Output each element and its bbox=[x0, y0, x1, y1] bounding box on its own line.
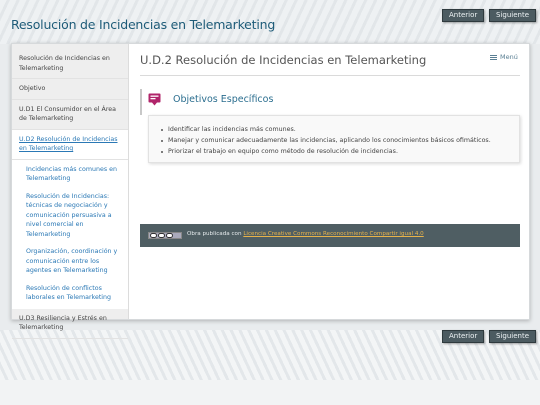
sidebar-item-objetivo[interactable]: Objetivo bbox=[12, 79, 128, 100]
creative-commons-badge-icon[interactable] bbox=[148, 232, 182, 239]
previous-button-bottom[interactable]: Anterior bbox=[442, 330, 485, 343]
page-footer bbox=[0, 380, 540, 405]
page-title: U.D.2 Resolución de Incidencias en Telem… bbox=[140, 53, 427, 67]
sidebar-item-home[interactable]: Resolución de Incidencias en Telemarketi… bbox=[12, 44, 128, 79]
objectives-content: Identificar las incidencias más comunes.… bbox=[148, 115, 520, 163]
objectives-header: Objetivos Específicos bbox=[140, 89, 520, 115]
objectives-list: Identificar las incidencias más comunes.… bbox=[161, 124, 519, 157]
menu-label: Menú bbox=[500, 53, 518, 61]
hamburger-icon bbox=[490, 54, 497, 60]
sidebar-subnav: Incidencias más comunes en Telemarketing… bbox=[12, 159, 128, 309]
license-prefix: Obra publicada con bbox=[187, 231, 242, 237]
sidebar-subitem-incidencias-comunes[interactable]: Incidencias más comunes en Telemarketing bbox=[12, 160, 128, 188]
next-button-bottom[interactable]: Siguiente bbox=[489, 330, 537, 343]
sidebar-item-ud3[interactable]: U.D3 Resiliencia y Estrés en Telemarketi… bbox=[12, 309, 128, 339]
sidebar-subitem-conflictos[interactable]: Resolución de conflictos laborales en Te… bbox=[12, 280, 128, 309]
sidebar-item-ud2[interactable]: U.D2 Resolución de Incidencias en Telema… bbox=[12, 129, 128, 160]
license-text: Obra publicada con Licencia Creative Com… bbox=[187, 231, 424, 237]
previous-button-top[interactable]: Anterior bbox=[442, 9, 485, 22]
title-divider bbox=[140, 75, 520, 76]
license-link[interactable]: Licencia Creative Commons Reconocimiento… bbox=[243, 231, 423, 237]
menu-toggle[interactable]: Menú bbox=[490, 53, 518, 61]
license-bar: Obra publicada con Licencia Creative Com… bbox=[140, 224, 520, 247]
objectives-title: Objetivos Específicos bbox=[173, 94, 274, 105]
objectives-block: Objetivos Específicos Identificar las in… bbox=[140, 89, 520, 247]
sidebar-item-ud1[interactable]: U.D1 El Consumidor en el Área de Telemar… bbox=[12, 100, 128, 130]
list-item: Manejar y comunicar adecuadamente las in… bbox=[161, 135, 519, 146]
objectives-icon bbox=[148, 93, 161, 106]
list-item: Identificar las incidencias más comunes. bbox=[161, 124, 519, 135]
main-panel: Resolución de Incidencias en Telemarketi… bbox=[11, 43, 530, 339]
sidebar-subitem-organizacion[interactable]: Organización, coordinación y comunicació… bbox=[12, 243, 128, 280]
site-title: Resolución de Incidencias en Telemarketi… bbox=[11, 17, 276, 32]
next-button-top[interactable]: Siguiente bbox=[489, 9, 537, 22]
sidebar-subitem-tecnicas-negociacion[interactable]: Resolución de Incidencias: técnicas de n… bbox=[12, 188, 128, 244]
list-item: Priorizar el trabajo en equipo como méto… bbox=[161, 146, 519, 157]
sidebar-nav: Resolución de Incidencias en Telemarketi… bbox=[12, 44, 129, 339]
